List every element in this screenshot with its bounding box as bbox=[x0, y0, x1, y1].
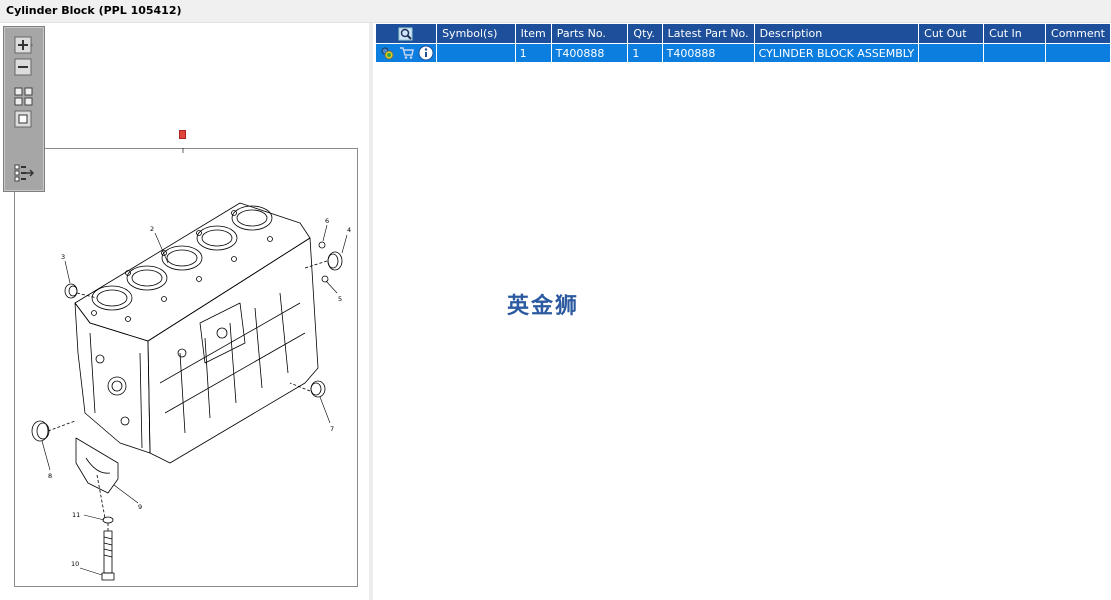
cell-parts-no: T400888 bbox=[550, 43, 629, 63]
exploded-view-drawing[interactable]: 2 3 4 5 6 7 8 9 11 10 bbox=[0, 23, 369, 600]
parts-table: Symbol(s) Item Parts No. Qty. Latest Par… bbox=[374, 23, 1111, 63]
callout-3: 3 bbox=[61, 253, 65, 261]
column-header-comment[interactable]: Comment bbox=[1045, 23, 1111, 44]
column-header-symbols[interactable]: Symbol(s) bbox=[436, 23, 516, 44]
callout-2: 2 bbox=[150, 225, 154, 233]
cart-icon[interactable] bbox=[399, 45, 415, 61]
bearing-cap bbox=[75, 437, 119, 494]
column-header-cut-in[interactable]: Cut In bbox=[983, 23, 1047, 44]
viewer-toolbox bbox=[3, 26, 45, 192]
cell-qty: 1 bbox=[627, 43, 663, 63]
title-bar: Cylinder Block (PPL 105412) bbox=[0, 0, 1111, 23]
callout-5: 5 bbox=[338, 295, 342, 303]
column-header-qty[interactable]: Qty. bbox=[627, 23, 663, 44]
cell-symbols bbox=[436, 43, 516, 63]
callout-9: 9 bbox=[138, 503, 142, 511]
table-header-row: Symbol(s) Item Parts No. Qty. Latest Par… bbox=[374, 23, 1111, 44]
callout-6: 6 bbox=[325, 217, 329, 225]
cell-latest-part-no: T400888 bbox=[661, 43, 755, 63]
callout-11: 11 bbox=[72, 511, 80, 519]
zoom-out-icon[interactable] bbox=[14, 58, 34, 78]
plug-3 bbox=[64, 283, 78, 299]
cell-comment bbox=[1045, 43, 1111, 63]
callout-8: 8 bbox=[48, 472, 52, 480]
callout-4: 4 bbox=[347, 226, 351, 234]
stock-check-icon[interactable] bbox=[379, 45, 395, 61]
callout-10: 10 bbox=[71, 560, 79, 568]
cell-cut-in bbox=[983, 43, 1047, 63]
block-side bbox=[147, 237, 319, 464]
table-row[interactable]: 1 T400888 1 T400888 CYLINDER BLOCK ASSEM… bbox=[374, 43, 1111, 63]
info-icon[interactable] bbox=[418, 45, 434, 61]
window-title: Cylinder Block (PPL 105412) bbox=[6, 4, 182, 17]
column-header-view[interactable] bbox=[374, 23, 438, 44]
show-list-icon[interactable] bbox=[14, 163, 35, 183]
watermark: 英金狮 bbox=[507, 294, 580, 319]
row-actions-cell bbox=[374, 43, 438, 63]
column-header-cut-out[interactable]: Cut Out bbox=[918, 23, 985, 44]
magnifier-icon bbox=[398, 27, 413, 40]
zoom-in-icon[interactable] bbox=[14, 36, 34, 56]
column-header-parts-no[interactable]: Parts No. bbox=[550, 23, 629, 44]
fit-all-icon[interactable] bbox=[14, 87, 34, 107]
cell-description: CYLINDER BLOCK ASSEMBLY bbox=[753, 43, 920, 63]
callout-7: 7 bbox=[330, 425, 334, 433]
drawing-pane[interactable]: 2 3 4 5 6 7 8 9 11 10 bbox=[0, 23, 369, 600]
fit-window-icon[interactable] bbox=[14, 110, 34, 130]
column-header-latest-part-no[interactable]: Latest Part No. bbox=[661, 23, 755, 44]
cell-cut-out bbox=[918, 43, 985, 63]
column-header-item[interactable]: Item bbox=[514, 23, 552, 44]
parts-list-pane: Symbol(s) Item Parts No. Qty. Latest Par… bbox=[373, 23, 1111, 600]
cell-item: 1 bbox=[514, 43, 552, 63]
column-header-description[interactable]: Description bbox=[753, 23, 920, 44]
block-top-deck bbox=[74, 202, 311, 342]
